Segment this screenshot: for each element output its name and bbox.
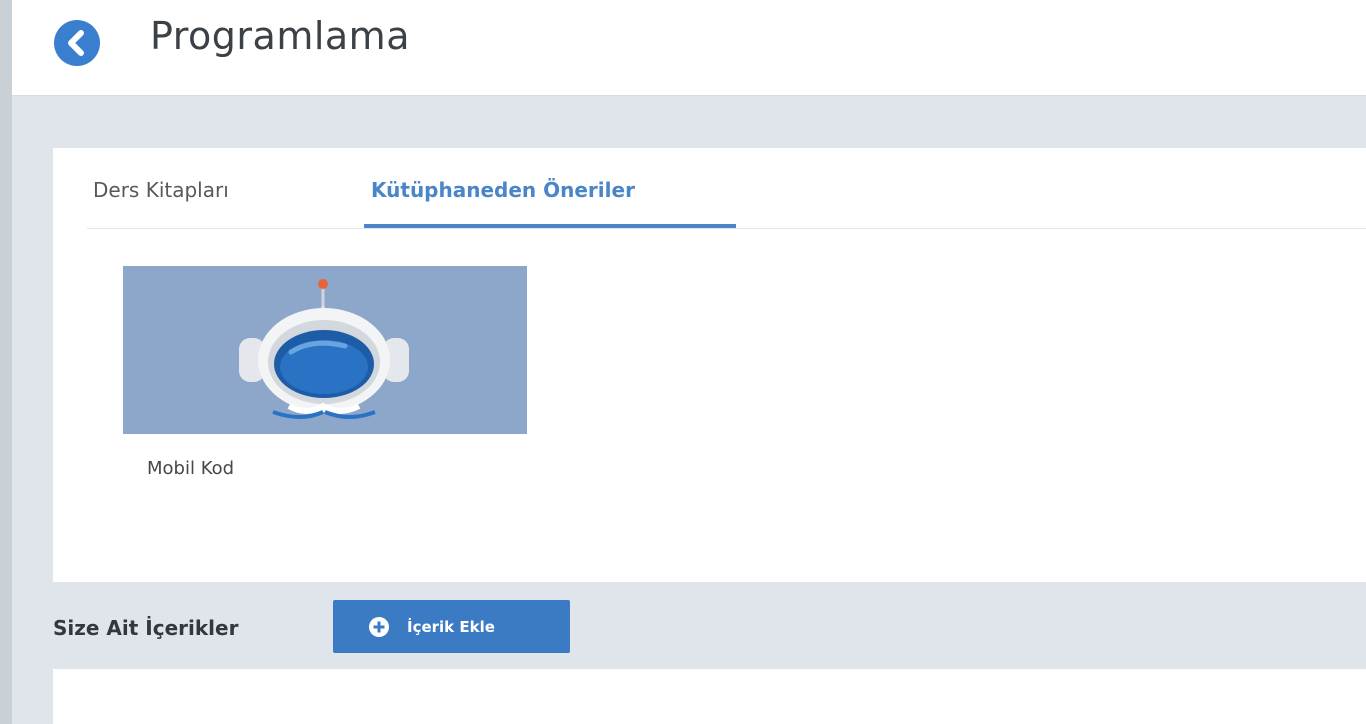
left-edge-strip: [0, 0, 12, 724]
tab-bar: Ders Kitapları Kütüphaneden Öneriler: [87, 148, 1366, 229]
add-content-button[interactable]: İçerik Ekle: [333, 600, 570, 653]
book-tile[interactable]: Mobil Kod: [123, 266, 527, 496]
active-tab-indicator: [364, 224, 736, 228]
back-button[interactable]: [54, 20, 100, 66]
book-title: Mobil Kod: [147, 458, 235, 479]
plus-circle-icon: [369, 617, 389, 637]
book-cover: [123, 266, 527, 434]
add-content-label: İçerik Ekle: [407, 618, 495, 636]
tab-ders-kitaplari[interactable]: Ders Kitapları: [93, 178, 229, 202]
page-title: Programlama: [150, 14, 410, 58]
library-recommendations-card: Ders Kitapları Kütüphaneden Öneriler Mob…: [53, 148, 1366, 582]
astronaut-robot-icon: [239, 279, 409, 419]
chevron-left-icon: [68, 30, 84, 56]
tab-kutuphaneden-oneriler[interactable]: Kütüphaneden Öneriler: [371, 178, 635, 202]
page-header: Programlama: [12, 0, 1366, 96]
own-content-panel: [53, 669, 1366, 724]
own-content-heading: Size Ait İçerikler: [53, 616, 239, 640]
